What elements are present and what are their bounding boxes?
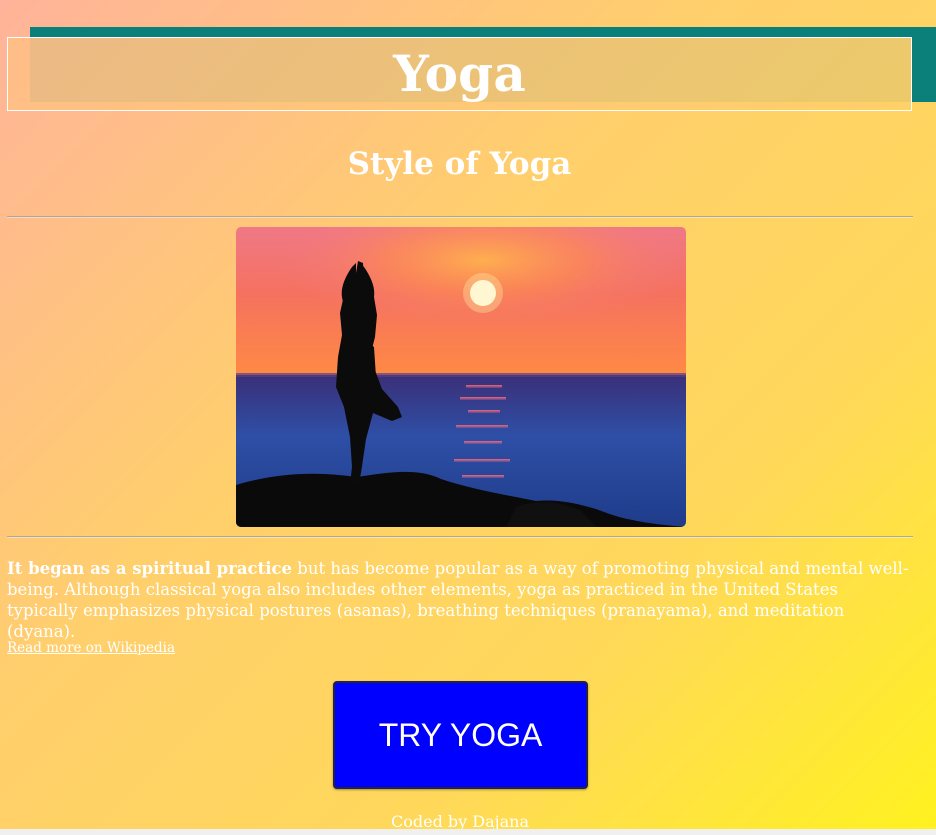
page-subtitle: Style of Yoga bbox=[347, 146, 572, 182]
try-yoga-button[interactable]: TRY YOGA bbox=[333, 681, 588, 789]
divider-top bbox=[7, 216, 913, 217]
description-paragraph: It began as a spiritual practice but has… bbox=[7, 558, 912, 642]
description-bold-intro: It began as a spiritual practice bbox=[7, 559, 293, 578]
page-bottom-strip bbox=[0, 829, 936, 835]
divider-bottom bbox=[7, 536, 913, 537]
page-title: Yoga bbox=[393, 44, 526, 103]
yoga-sunset-photo bbox=[236, 227, 686, 527]
title-box: Yoga bbox=[7, 37, 912, 111]
wikipedia-link[interactable]: Read more on Wikipedia bbox=[7, 640, 175, 656]
